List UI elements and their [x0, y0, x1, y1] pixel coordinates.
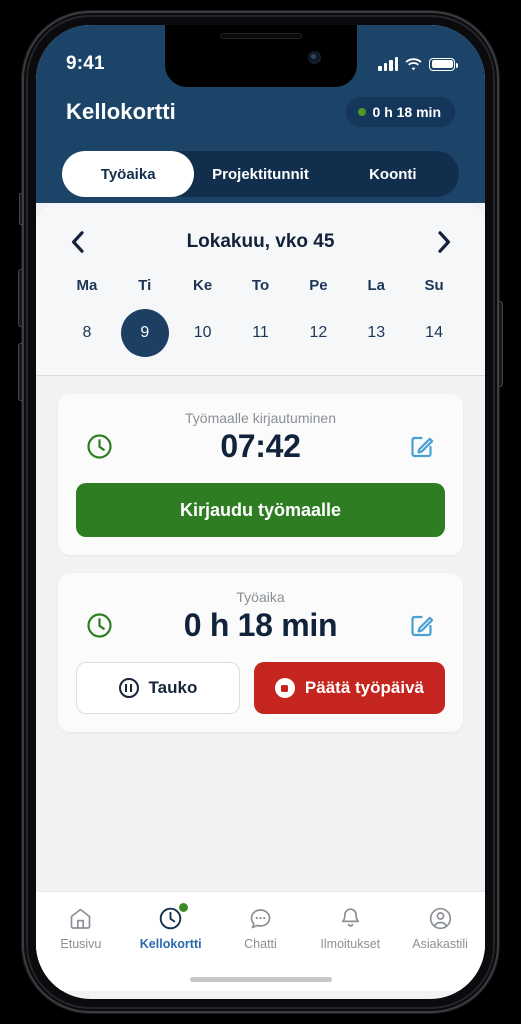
- calendar-day[interactable]: 11: [237, 309, 285, 357]
- clock-icon: [157, 903, 188, 932]
- checkin-row: 07:42: [76, 428, 445, 465]
- status-badge-label: 0 h 18 min: [372, 104, 441, 120]
- end-day-button-label: Päätä työpäivä: [304, 678, 424, 697]
- home-icon: [67, 904, 95, 932]
- month-navigation: Lokakuu, vko 45: [58, 229, 463, 255]
- nav-label: Chatti: [244, 937, 277, 951]
- home-indicator[interactable]: [189, 977, 332, 982]
- weekday-name: Su: [424, 277, 444, 294]
- weekday-name: Pe: [309, 277, 328, 294]
- bottom-navigation: Etusivu Kellokortti Chatti Ilmoitukset A…: [36, 891, 485, 991]
- volume-down-button[interactable]: [18, 343, 23, 401]
- bell-icon: [336, 904, 364, 932]
- nav-label: Etusivu: [60, 937, 102, 951]
- tab-tyoaika[interactable]: Työaika: [62, 151, 195, 197]
- status-badge[interactable]: 0 h 18 min: [345, 97, 455, 127]
- power-button[interactable]: [498, 301, 503, 387]
- weekday-name: La: [367, 277, 385, 294]
- stop-circle-icon: [274, 678, 295, 698]
- earpiece-speaker: [219, 33, 302, 39]
- clock-icon: [82, 609, 116, 643]
- checkin-button[interactable]: Kirjaudu työmaalle: [76, 483, 445, 537]
- battery-full-icon: [429, 57, 458, 71]
- checkin-time-value: 07:42: [220, 428, 301, 464]
- chevron-right-icon[interactable]: [431, 229, 457, 255]
- tab-projektitunnit[interactable]: Projektitunnit: [194, 151, 326, 197]
- chat-bubble-icon: [246, 904, 274, 932]
- main-content: Lokakuu, vko 45 Ma Ti Ke To Pe La Su 8 9…: [36, 203, 485, 991]
- weekday-name: To: [251, 277, 270, 294]
- signal-bars-icon: [378, 56, 398, 71]
- chevron-left-icon[interactable]: [64, 229, 90, 255]
- checkin-label: Työmaalle kirjautuminen: [185, 410, 336, 426]
- weekday-header-row: Ma Ti Ke To Pe La Su: [58, 277, 463, 295]
- phone-screen: 9:41 Kellokortti 0 h 18 min Työaika Proj…: [36, 25, 485, 999]
- status-bar-time: 9:41: [66, 53, 105, 74]
- nav-item-chatti[interactable]: Chatti: [216, 904, 306, 951]
- tab-bar: Työaika Projektitunnit Koonti: [62, 151, 459, 197]
- nav-item-kellokortti[interactable]: Kellokortti: [126, 903, 216, 951]
- nav-item-asiakastili[interactable]: Asiakastili: [395, 904, 485, 951]
- mute-switch[interactable]: [19, 193, 23, 225]
- weekday-dates-row: 8 9 10 11 12 13 14: [58, 309, 463, 357]
- calendar-day[interactable]: 12: [294, 309, 342, 357]
- volume-up-button[interactable]: [18, 269, 23, 327]
- month-label: Lokakuu, vko 45: [186, 231, 335, 252]
- front-camera-icon: [307, 51, 321, 64]
- nav-label: Asiakastili: [412, 937, 468, 951]
- pause-circle-icon: [118, 678, 139, 698]
- end-day-button[interactable]: Päätä työpäivä: [253, 662, 445, 714]
- worktime-label: Työaika: [236, 589, 285, 605]
- week-calendar: Lokakuu, vko 45 Ma Ti Ke To Pe La Su 8 9…: [36, 203, 485, 376]
- page-title: Kellokortti: [66, 99, 176, 124]
- status-bar-icons: [378, 56, 458, 71]
- calendar-day[interactable]: 13: [352, 309, 400, 357]
- worktime-card: Työaika 0 h 18 min Tauko Päätä työpäivä: [58, 573, 463, 732]
- notch: [164, 25, 357, 87]
- worktime-row: 0 h 18 min: [76, 607, 445, 644]
- calendar-day-selected[interactable]: 9: [120, 309, 169, 357]
- wifi-icon: [405, 57, 422, 71]
- calendar-day[interactable]: 14: [410, 309, 458, 357]
- edit-pencil-icon[interactable]: [405, 609, 439, 643]
- header-title-row: Kellokortti 0 h 18 min: [36, 87, 485, 127]
- weekday-name: Ma: [76, 277, 98, 294]
- break-button-label: Tauko: [148, 678, 198, 697]
- clock-icon: [82, 430, 116, 464]
- tab-koonti[interactable]: Koonti: [327, 151, 459, 197]
- worktime-value: 0 h 18 min: [183, 607, 338, 643]
- user-circle-icon: [426, 904, 454, 932]
- checkin-card: Työmaalle kirjautuminen 07:42 Kirjaudu t…: [58, 394, 463, 555]
- nav-label: Kellokortti: [139, 937, 202, 951]
- nav-item-ilmoitukset[interactable]: Ilmoitukset: [305, 904, 395, 951]
- notification-dot-icon: [178, 903, 188, 912]
- weekday-name: Ke: [193, 277, 213, 294]
- calendar-day[interactable]: 10: [179, 309, 227, 357]
- worktime-actions: Tauko Päätä työpäivä: [76, 662, 445, 714]
- phone-frame: 9:41 Kellokortti 0 h 18 min Työaika Proj…: [18, 11, 503, 1013]
- break-button[interactable]: Tauko: [76, 662, 240, 714]
- nav-label: Ilmoitukset: [320, 937, 381, 951]
- status-dot-icon: [357, 108, 366, 116]
- weekday-name: Ti: [138, 277, 152, 294]
- calendar-day[interactable]: 8: [63, 309, 111, 357]
- nav-item-etusivu[interactable]: Etusivu: [36, 904, 126, 951]
- edit-pencil-icon[interactable]: [405, 430, 439, 464]
